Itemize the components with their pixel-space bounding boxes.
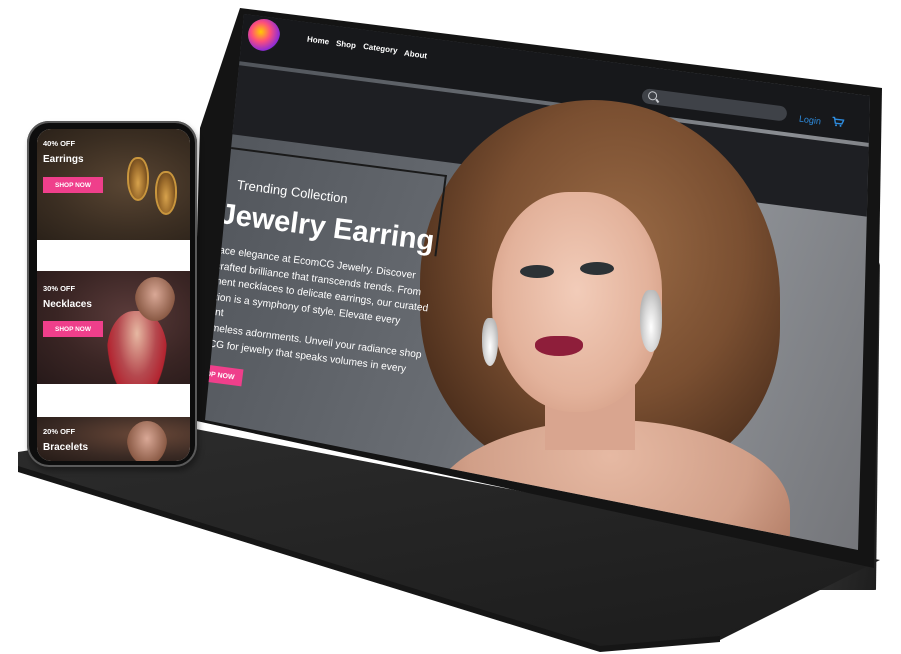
search-input[interactable]: [660, 90, 786, 124]
promo-title: Necklaces: [43, 299, 92, 310]
promo-discount: 30% OFF: [43, 284, 76, 293]
nav-shop-link[interactable]: Shop: [336, 39, 357, 51]
promo-title: Earrings: [43, 154, 84, 165]
promo-spacer: [37, 240, 190, 271]
necklace-model-image: [107, 311, 167, 384]
logo-icon[interactable]: [248, 19, 280, 51]
promo-card-bracelets[interactable]: 20% OFF Bracelets: [37, 417, 190, 461]
nav-home-link[interactable]: Home: [307, 35, 330, 47]
promo-title: Bracelets: [43, 442, 89, 453]
promo-discount: 20% OFF: [43, 427, 76, 436]
bracelet-model-image: [127, 421, 167, 461]
promo-spacer: [37, 384, 190, 417]
cart-icon[interactable]: [831, 116, 845, 127]
nav-category-link[interactable]: Category: [363, 42, 399, 55]
promo-card-earrings[interactable]: 40% OFF Earrings SHOP NOW: [37, 129, 190, 240]
nav-about-link[interactable]: About: [404, 49, 428, 61]
shop-now-button[interactable]: SHOP NOW: [43, 321, 103, 337]
earring-product-image: [155, 171, 177, 215]
search-bar[interactable]: [641, 88, 788, 124]
search-icon[interactable]: [647, 90, 658, 101]
promo-card-necklaces[interactable]: 30% OFF Necklaces SHOP NOW: [37, 271, 190, 384]
phone-screen: 40% OFF Earrings SHOP NOW 30% OFF Neckla…: [37, 129, 190, 461]
necklace-model-partner: [135, 277, 175, 321]
promo-discount: 40% OFF: [43, 139, 76, 148]
shop-now-button[interactable]: SHOP NOW: [43, 177, 103, 193]
earring-product-image: [127, 157, 149, 201]
login-link[interactable]: Login: [798, 114, 821, 127]
